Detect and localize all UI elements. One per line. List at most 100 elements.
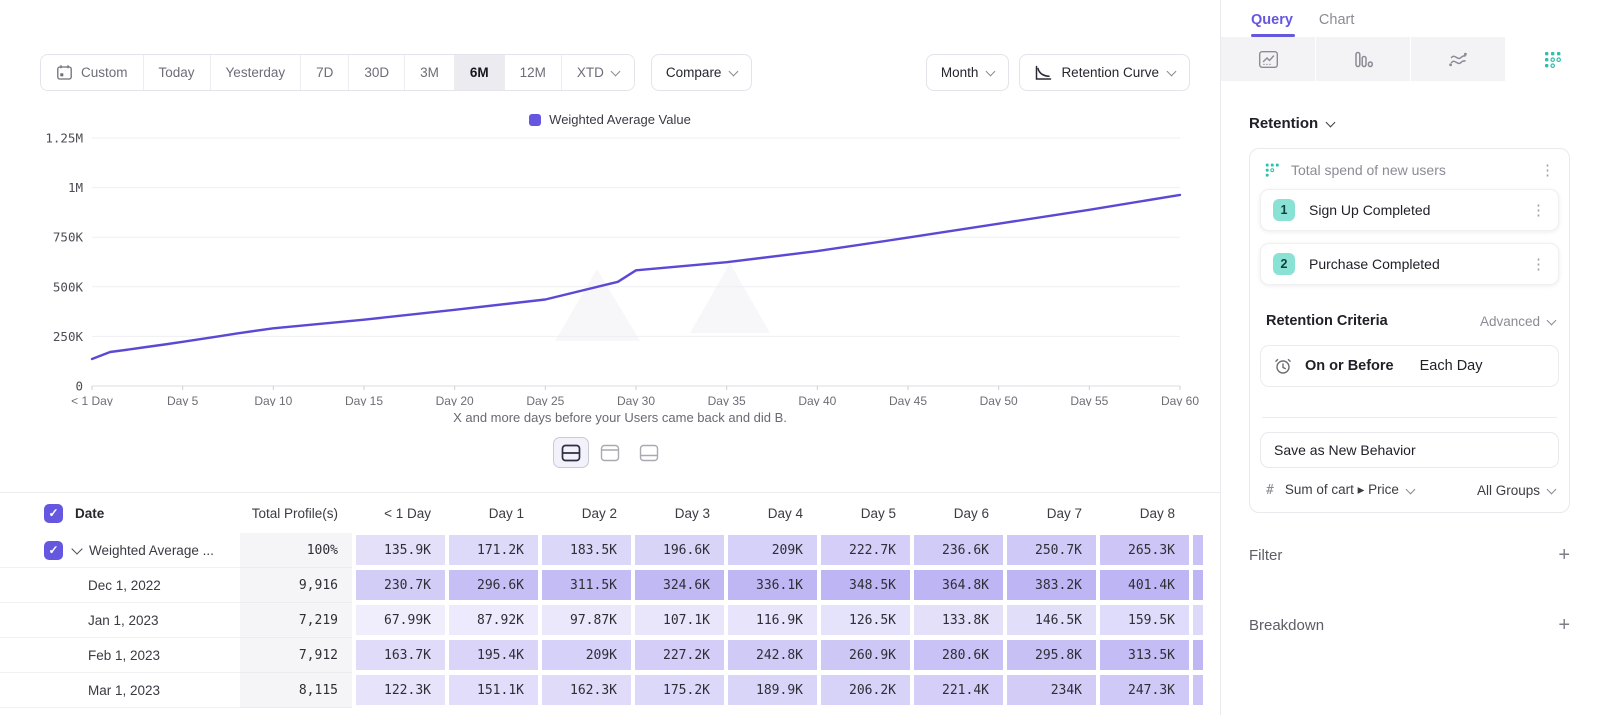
expand-chevron-icon[interactable] [71,543,82,554]
report-type-retention[interactable] [1505,37,1600,81]
total-profiles-cell: 7,219 [240,603,352,638]
chevron-down-icon [1167,67,1177,77]
clipped-column-cell [1189,638,1203,673]
retention-value-cell: 116.9K [724,603,817,638]
col-header[interactable]: Day 5 [817,493,910,533]
x-tick-label: Day 35 [708,394,746,406]
metric-dropdown[interactable]: Sum of cart ▸ Price [1285,482,1414,498]
add-filter-button[interactable]: + [1558,545,1570,565]
step-card-2[interactable]: 2 Purchase Completed ⋮ [1260,243,1559,285]
date-column-header[interactable]: ✓Date [0,493,240,533]
layout-split-view-button[interactable] [553,437,589,468]
retention-value-cell: 67.99K [352,603,445,638]
retention-value-cell: 222.7K [817,533,910,568]
kebab-menu-icon[interactable]: ⋮ [1531,203,1546,218]
behavior-card: Total spend of new users ⋮ 1 Sign Up Com… [1249,148,1570,513]
retention-value-cell: 189.9K [724,673,817,708]
x-tick-label: Day 15 [345,394,383,406]
chevron-down-icon [1547,484,1557,494]
timing-window-dropdown[interactable]: Each Day [1420,358,1483,374]
groups-dropdown[interactable]: All Groups [1477,483,1555,498]
retention-value-cell: 162.3K [538,673,631,708]
compare-label: Compare [666,65,722,80]
retention-value-cell: 135.9K [352,533,445,568]
granularity-button[interactable]: Month [926,54,1010,91]
row-checkbox[interactable]: ✓ [44,541,63,560]
tab-chart[interactable]: Chart [1319,12,1354,37]
criteria-mode-dropdown[interactable]: Advanced [1480,314,1555,329]
date-range-custom[interactable]: Custom [41,55,143,90]
y-tick-label: 1M [68,180,83,195]
retention-value-cell: 247.3K [1096,673,1189,708]
panel-content: Retention Total spend of new users ⋮ [1221,115,1600,635]
step-card-1[interactable]: 1 Sign Up Completed ⋮ [1260,189,1559,231]
date-range-6m[interactable]: 6M [454,55,504,90]
col-header[interactable]: Day 3 [631,493,724,533]
date-range-today[interactable]: Today [143,55,210,90]
chart-legend: Weighted Average Value [0,112,1220,127]
col-header[interactable]: Day 8 [1096,493,1189,533]
split-view-icon [561,444,581,462]
retention-value-cell: 311.5K [538,568,631,603]
layout-chart-focus-button[interactable] [592,437,628,468]
col-header[interactable]: Day 1 [445,493,538,533]
layout-table-focus-button[interactable] [631,437,667,468]
retention-value-cell: 159.5K [1096,603,1189,638]
total-profiles-cell: 7,912 [240,638,352,673]
y-tick-label: 0 [75,379,83,394]
panel-tabs: Query Chart [1221,0,1600,37]
toolbar: CustomTodayYesterday7D30D3M6M12MXTD Comp… [40,54,1190,91]
save-as-new-behavior-button[interactable]: Save as New Behavior [1260,432,1559,468]
retention-value-cell: 324.6K [631,568,724,603]
report-section-selector[interactable]: Retention [1249,115,1570,132]
flows-icon [1447,50,1469,69]
retention-curve-icon [1034,65,1052,81]
metric-row: # Sum of cart ▸ Price All Groups [1250,468,1569,512]
clipped-column-cell [1189,533,1203,568]
col-header[interactable]: Day 6 [910,493,1003,533]
row-label-cell: Feb 1, 2023 [0,638,240,673]
kebab-menu-icon[interactable]: ⋮ [1531,257,1546,272]
chart-type-button[interactable]: Retention Curve [1019,54,1190,91]
retention-value-cell: 230.7K [352,568,445,603]
col-header[interactable]: < 1 Day [352,493,445,533]
date-range-yesterday[interactable]: Yesterday [210,55,301,90]
date-range-3m[interactable]: 3M [404,55,454,90]
retention-value-cell: 280.6K [910,638,1003,673]
date-range-xtd[interactable]: XTD [561,55,634,90]
x-tick-label: Day 60 [1161,394,1199,406]
calendar-icon [56,64,73,81]
col-header[interactable]: Day 2 [538,493,631,533]
retention-value-cell: 295.8K [1003,638,1096,673]
col-header[interactable]: Total Profile(s) [240,493,352,533]
compare-button[interactable]: Compare [651,54,753,91]
date-range-30d[interactable]: 30D [348,55,404,90]
chevron-down-icon [986,67,996,77]
tab-query[interactable]: Query [1251,12,1293,37]
date-range-7d[interactable]: 7D [300,55,348,90]
y-tick-label: 750K [53,230,84,245]
col-header[interactable]: Day 7 [1003,493,1096,533]
main-area: CustomTodayYesterday7D30D3M6M12MXTD Comp… [0,0,1220,715]
chevron-down-icon [610,67,620,77]
date-range-12m[interactable]: 12M [504,55,561,90]
retention-value-cell: 97.87K [538,603,631,638]
report-type-insights[interactable] [1221,37,1315,81]
report-type-flows[interactable] [1410,37,1505,81]
row-checkbox[interactable]: ✓ [44,504,63,523]
report-type-tiles [1221,37,1600,81]
retention-value-cell: 122.3K [352,673,445,708]
col-header[interactable]: Day 4 [724,493,817,533]
retention-value-cell: 126.5K [817,603,910,638]
retention-value-cell: 151.1K [445,673,538,708]
breakdown-section: Breakdown + [1249,615,1570,635]
behavior-title-row[interactable]: Total spend of new users ⋮ [1250,149,1569,189]
timing-operator-dropdown[interactable]: On or Before [1305,358,1394,374]
kebab-menu-icon[interactable]: ⋮ [1540,163,1555,178]
table-row: ✓Weighted Average ...100%135.9K171.2K183… [0,533,1220,568]
retention-value-cell: 296.6K [445,568,538,603]
add-breakdown-button[interactable]: + [1558,615,1570,635]
retention-value-cell: 209K [538,638,631,673]
report-type-funnels[interactable] [1315,37,1410,81]
chevron-down-icon [1405,484,1415,494]
